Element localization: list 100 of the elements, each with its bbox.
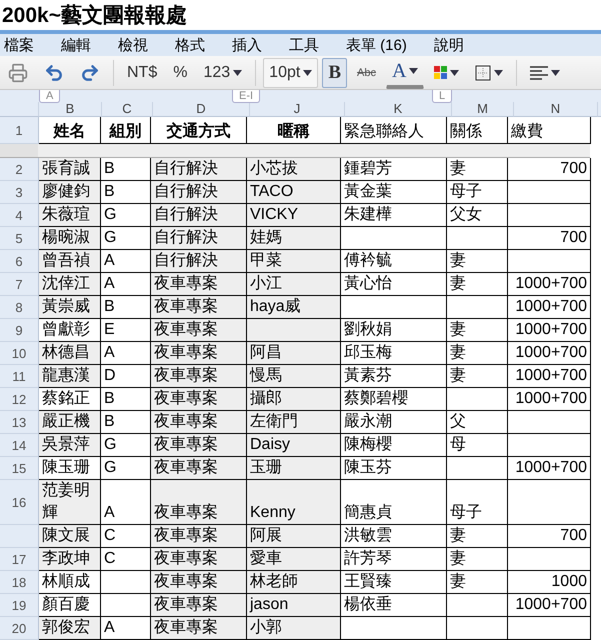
table-cell: 蔡鄭碧櫻 [341,388,447,411]
row-number[interactable]: 5 [0,227,39,250]
table-cell: 愛車 [247,548,341,571]
menu-item[interactable]: 格式 [175,36,205,54]
menu-item[interactable]: 表單 (16) [346,36,407,54]
table-cell: 曾獻彰 [39,319,101,342]
table-cell: 吳景萍 [39,434,101,457]
number-format-button[interactable]: 123 [197,58,248,88]
table-cell: 夜車專案 [151,342,247,365]
header-cell: 緊急聯絡人 [341,117,447,144]
table-cell: 妻 [447,548,508,571]
row-number[interactable]: 11 [0,365,39,388]
table-cell: 劉秋娟 [341,319,447,342]
menu-item[interactable]: 工具 [289,36,319,54]
table-cell: 自行解決 [151,181,247,204]
row-number[interactable]: 1 [0,117,39,144]
hidden-columns-tab[interactable]: A [39,90,60,103]
table-cell: 1000 [508,571,591,594]
menu-item[interactable]: 檔案 [4,36,34,54]
table-cell: 娃媽 [247,227,341,250]
table-cell: 1000+700 [508,342,591,365]
table-cell: A [101,342,151,365]
table-cell: 自行解決 [151,204,247,227]
row-number[interactable]: 13 [0,411,39,434]
row-number[interactable]: 10 [0,342,39,365]
caret-icon [551,70,560,76]
table-cell: 陳文展 [39,525,101,548]
row-number[interactable]: 9 [0,319,39,342]
row-number[interactable]: 7 [0,273,39,296]
table-cell: 妻 [447,319,508,342]
column-header[interactable]: M [452,102,514,117]
table-cell: A [101,480,151,525]
row-number[interactable]: 20 [0,617,39,640]
row-number[interactable]: 17 [0,548,39,571]
table-cell: 陳梅櫻 [341,434,447,457]
column-header[interactable]: N [514,102,598,117]
table-cell: 1000+700 [508,273,591,296]
table-cell: 嚴永潮 [341,411,447,434]
table-cell: 夜車專案 [151,296,247,319]
color-grid-icon [434,66,448,79]
table-cell: 700 [508,227,591,250]
row-number[interactable]: 18 [0,571,39,594]
menu-item[interactable]: 檢視 [118,36,148,54]
table-cell: 700 [508,525,591,548]
table-cell: 沈倖江 [39,273,101,296]
table-cell: 嚴正機 [39,411,101,434]
hidden-columns-tab[interactable]: L [432,90,452,103]
row-number[interactable]: 16 [0,480,39,525]
table-cell: 夜車專案 [151,525,247,548]
table-cell: 曾吾禎 [39,250,101,273]
table-cell: 母子 [447,181,508,204]
menu-item[interactable]: 插入 [232,36,262,54]
row-number[interactable]: 2 [0,158,39,181]
table-cell: 父 [447,411,508,434]
table-cell: 李政坤 [39,548,101,571]
strikethrough-button[interactable]: Abc [351,58,382,88]
column-header[interactable]: J [250,102,345,117]
row-number[interactable]: 15 [0,457,39,480]
table-cell: 攝郎 [247,388,341,411]
table-cell: 妻 [447,250,508,273]
table-cell: 夜車專案 [151,273,247,296]
corner-cell[interactable] [0,102,39,117]
table-cell: 黃素芬 [341,365,447,388]
row-number[interactable]: 19 [0,594,39,617]
table-cell: 鍾碧芳 [341,158,447,181]
header-cell: 關係 [447,117,508,144]
table-cell: 1000+700 [508,594,591,617]
table-cell: B [101,181,151,204]
menu-item[interactable]: 編輯 [61,36,91,54]
table-cell: 1000+700 [508,388,591,411]
font-size-dropdown[interactable]: 10pt [263,58,318,88]
column-header[interactable]: D [153,102,250,117]
table-cell: 1000+700 [508,296,591,319]
table-cell: 楊晼淑 [39,227,101,250]
bold-button[interactable]: B [322,58,347,88]
table-cell: 黃崇威 [39,296,101,319]
column-header[interactable]: B [39,102,102,117]
table-cell: 母 [447,434,508,457]
table-cell: G [101,227,151,250]
caret-icon [409,68,418,74]
row-number[interactable]: 12 [0,388,39,411]
menu-item[interactable]: 說明 [434,36,464,54]
row-number[interactable]: 14 [0,434,39,457]
table-cell: 慢馬 [247,365,341,388]
currency-button[interactable]: NT$ [121,58,164,88]
column-header[interactable]: C [102,102,153,117]
row-number[interactable]: 8 [0,296,39,319]
table-cell: 夜車專案 [151,365,247,388]
table-cell: 黃心怡 [341,273,447,296]
table-cell: 妻 [447,525,508,548]
table-cell: 陳玉珊 [39,457,101,480]
table-cell: 1000+700 [508,319,591,342]
row-number[interactable]: 4 [0,204,39,227]
column-header[interactable]: K [345,102,452,117]
table-cell: 洪敏雲 [341,525,447,548]
hidden-columns-tab[interactable]: E-I [232,90,260,103]
row-number[interactable]: 6 [0,250,39,273]
row-number[interactable]: 3 [0,181,39,204]
percent-button[interactable]: % [167,58,194,88]
table-cell: A [101,273,151,296]
